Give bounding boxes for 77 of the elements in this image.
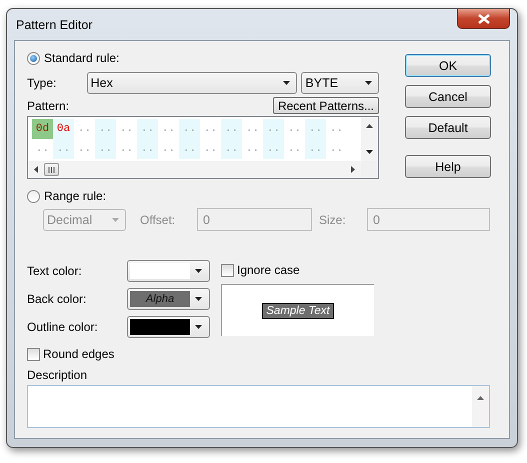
color-swatch: Alpha xyxy=(130,291,190,307)
color-label: Outline color: xyxy=(27,320,99,334)
hex-cell[interactable]: .. xyxy=(116,119,137,139)
horizontal-scrollbar[interactable] xyxy=(28,161,361,178)
caret-icon xyxy=(195,297,202,301)
hex-cell[interactable]: .. xyxy=(263,139,284,159)
sample-text: Sample Text xyxy=(262,302,334,318)
up-arrow-icon xyxy=(477,396,484,400)
dialog-button[interactable]: Cancel xyxy=(405,85,491,108)
hex-cell[interactable]: .. xyxy=(116,139,137,159)
vertical-scrollbar[interactable] xyxy=(472,386,489,427)
hex-cell[interactable]: .. xyxy=(242,119,263,139)
up-arrow-icon xyxy=(366,124,373,128)
dialog-button[interactable]: Default xyxy=(405,116,491,139)
hex-cell[interactable]: .. xyxy=(200,119,221,139)
hex-cell[interactable]: .. xyxy=(95,139,116,159)
hex-cell[interactable]: .. xyxy=(326,119,347,139)
recent-patterns-button[interactable]: Recent Patterns... xyxy=(272,97,379,114)
radio-button[interactable] xyxy=(27,52,40,64)
hex-cell[interactable]: .. xyxy=(137,139,158,159)
color-label: Text color: xyxy=(27,264,83,278)
color-picker[interactable]: Alpha xyxy=(127,288,210,310)
checkbox[interactable] xyxy=(27,348,40,360)
checkbox[interactable] xyxy=(221,264,234,276)
dialog-button[interactable]: OK xyxy=(405,54,491,77)
checkbox-label: Round edges xyxy=(43,347,114,361)
hex-cell[interactable]: .. xyxy=(263,119,284,139)
hex-cell[interactable]: .. xyxy=(305,119,326,139)
caret-icon xyxy=(195,325,202,329)
hex-cell[interactable]: .. xyxy=(221,119,242,139)
hex-cell[interactable]: 0d xyxy=(32,119,53,139)
left-arrow-icon xyxy=(34,166,38,173)
hex-cell[interactable]: .. xyxy=(221,139,242,159)
close-icon xyxy=(478,14,490,24)
size-label: Size: xyxy=(319,212,347,226)
color-picker[interactable] xyxy=(127,316,210,338)
hex-cell[interactable]: .. xyxy=(95,119,116,139)
description-label: Description xyxy=(27,368,88,382)
hex-cell[interactable]: .. xyxy=(305,139,326,159)
close-button[interactable] xyxy=(457,9,510,29)
hex-cell[interactable]: .. xyxy=(32,139,53,159)
hex-cell[interactable]: .. xyxy=(200,139,221,159)
hex-cell[interactable]: .. xyxy=(326,139,347,159)
caret-icon xyxy=(112,218,119,222)
right-arrow-icon xyxy=(351,166,355,173)
hex-cell[interactable]: .. xyxy=(284,119,305,139)
color-picker[interactable] xyxy=(127,260,210,282)
window-title: Pattern Editor xyxy=(15,18,92,32)
color-label: Back color: xyxy=(27,292,88,306)
hex-cell[interactable]: .. xyxy=(158,119,179,139)
dialog-button[interactable]: Help xyxy=(405,155,491,178)
pattern-label: Pattern: xyxy=(27,98,70,112)
hex-cell[interactable]: .. xyxy=(179,119,200,139)
pattern-editor[interactable]: 0d 0a .. .. .. .. .. .. .. .. .. .. .. .. .. .. .. .. .. .. .. .. .. .. .. .. .. .. .. .. xyxy=(27,116,379,179)
hex-cell[interactable]: .. xyxy=(53,139,74,159)
type-dropdown[interactable]: Hex xyxy=(86,72,298,94)
type-label: Type: xyxy=(27,76,58,90)
caret-icon xyxy=(283,81,290,85)
description-field[interactable] xyxy=(27,385,490,428)
hex-cell[interactable]: 0a xyxy=(53,119,74,139)
offset-label: Offset: xyxy=(140,212,176,226)
size-dropdown[interactable]: BYTE xyxy=(301,72,380,94)
scroll-thumb[interactable] xyxy=(44,163,59,176)
hex-cell[interactable]: .. xyxy=(284,139,305,159)
caret-icon xyxy=(195,269,202,273)
hex-cell[interactable]: .. xyxy=(137,119,158,139)
radio-label: Range rule: xyxy=(44,189,106,203)
radio-label: Standard rule: xyxy=(44,51,120,65)
hex-cell[interactable]: .. xyxy=(242,139,263,159)
hex-cell[interactable]: .. xyxy=(74,119,95,139)
hex-cell[interactable]: .. xyxy=(158,139,179,159)
hex-cell[interactable]: .. xyxy=(179,139,200,159)
vertical-scrollbar[interactable] xyxy=(361,117,378,161)
hex-cell[interactable]: .. xyxy=(74,139,95,159)
checkbox-label: Ignore case xyxy=(237,263,300,277)
caret-icon xyxy=(365,81,372,85)
down-arrow-icon xyxy=(366,150,373,154)
